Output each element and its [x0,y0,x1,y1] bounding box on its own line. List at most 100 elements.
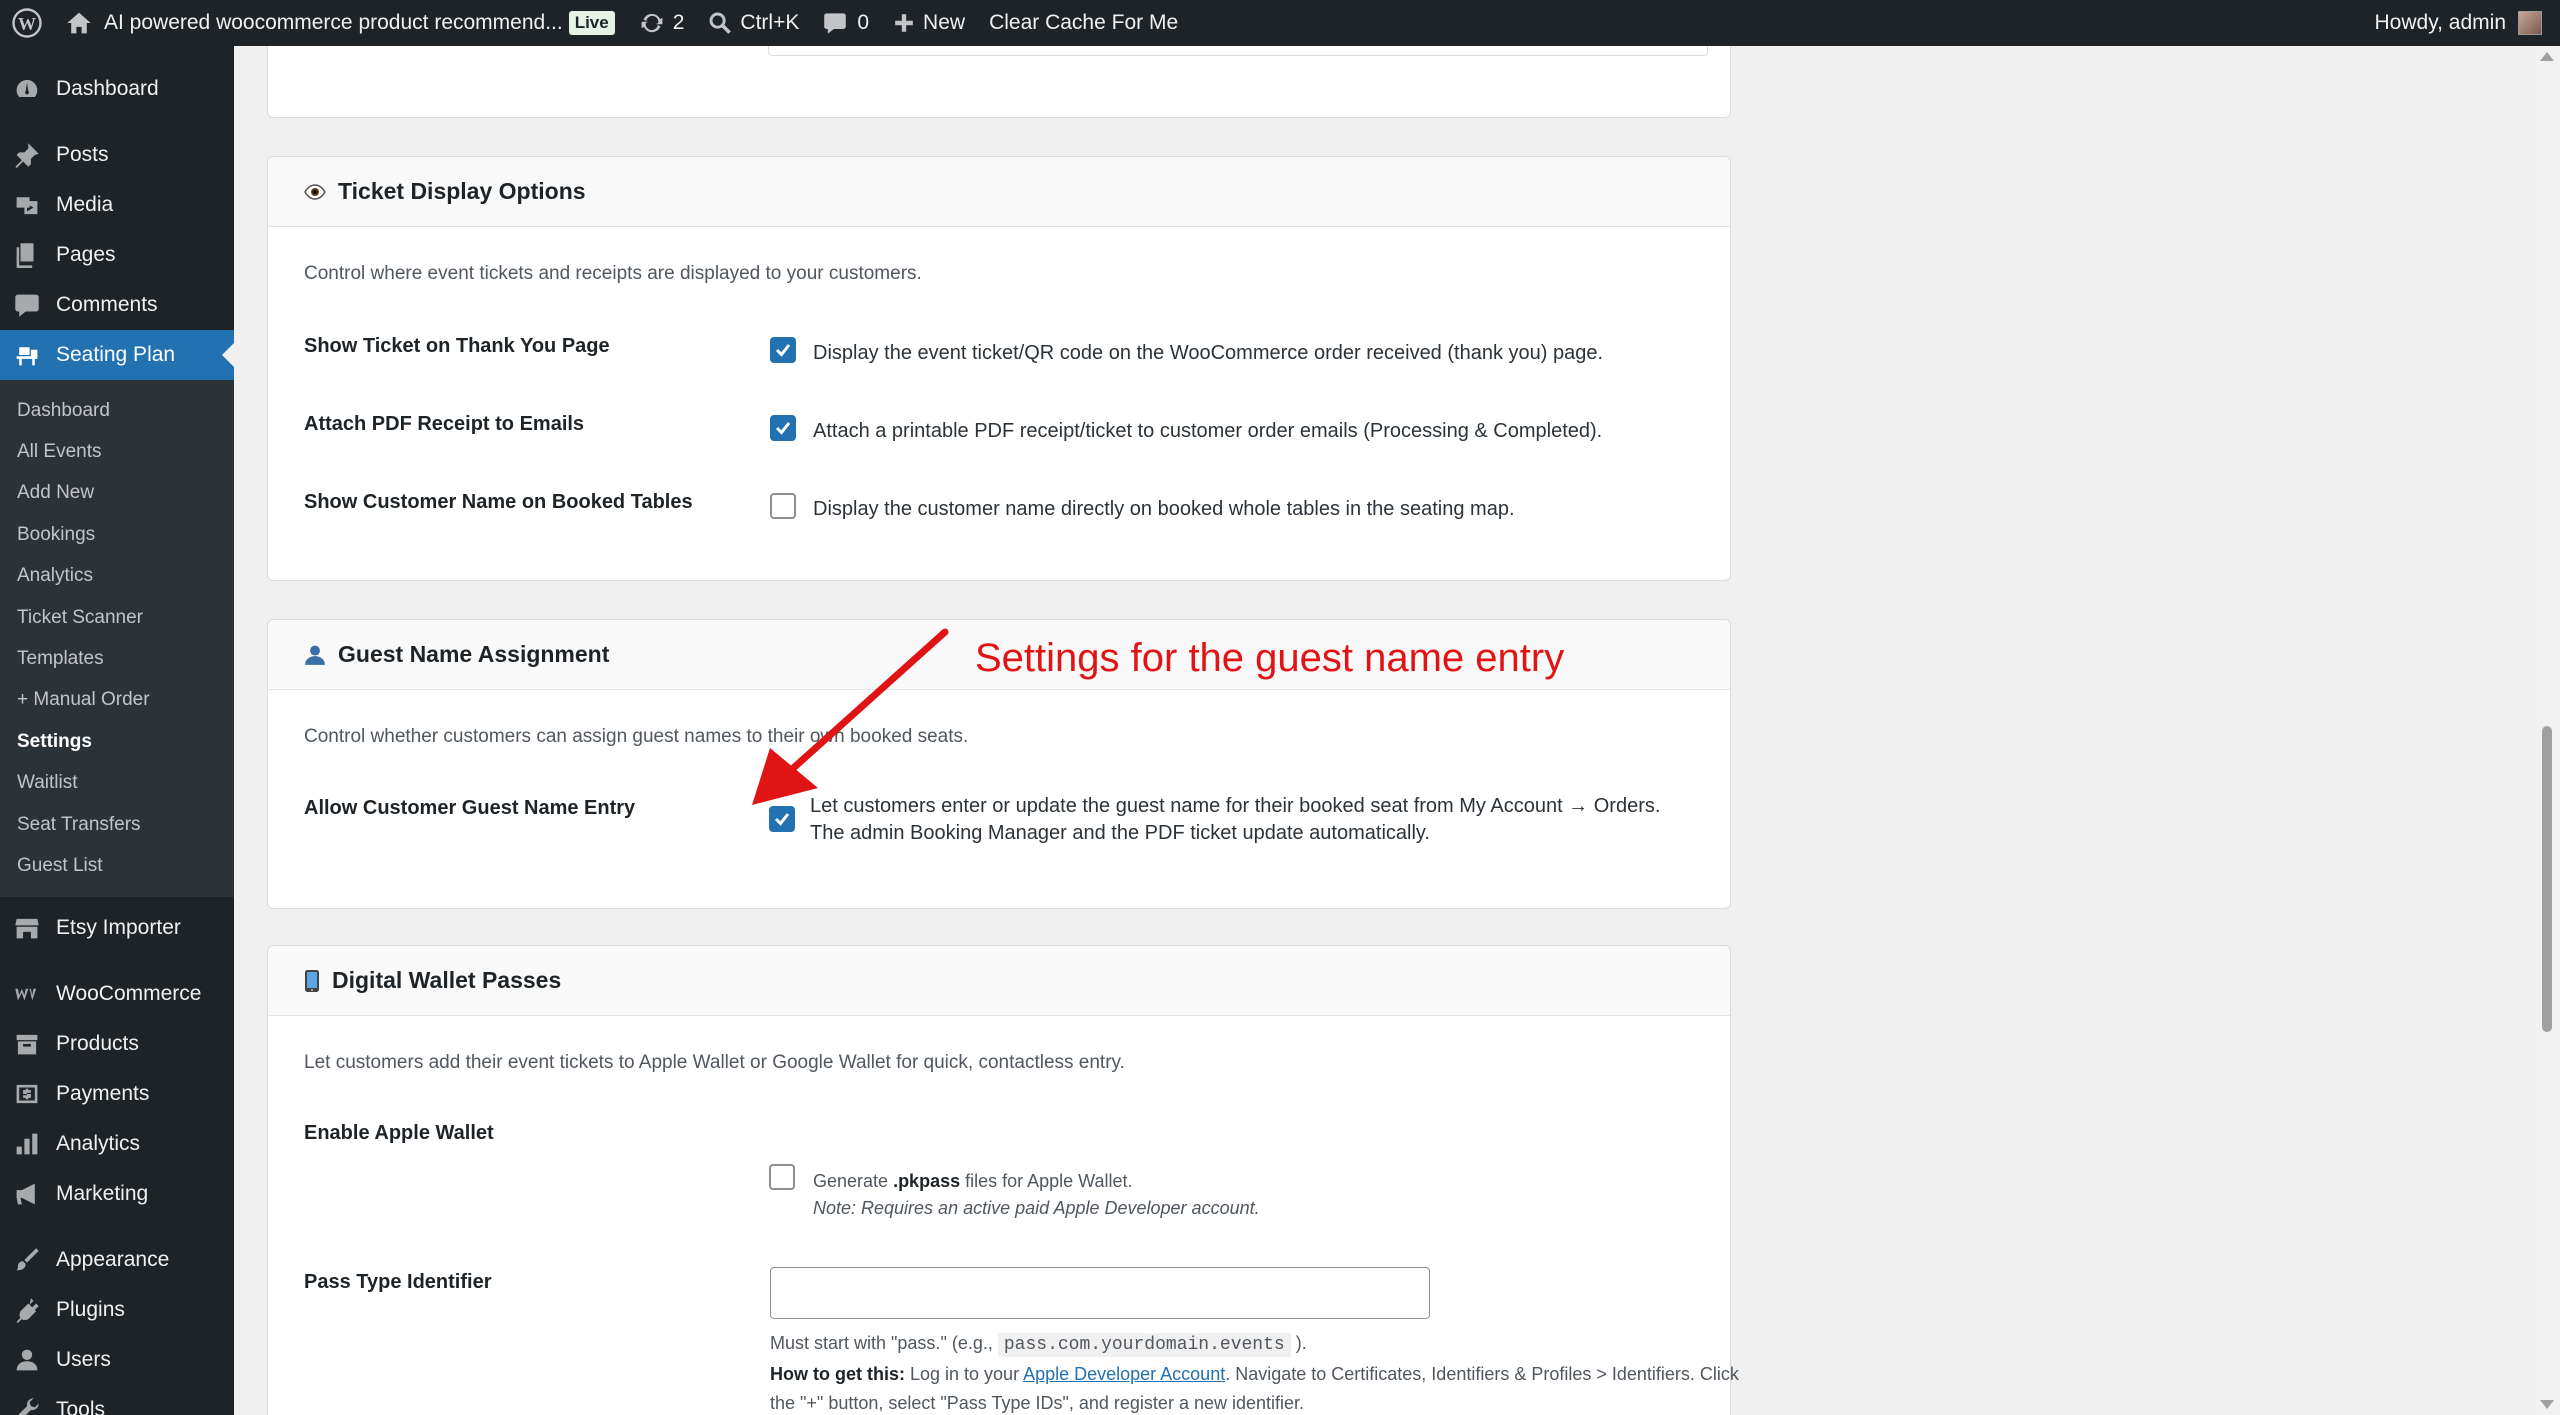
scroll-down-arrow-icon[interactable] [2540,1400,2554,1409]
sidebar-item-appearance[interactable]: Appearance [0,1235,234,1285]
attach-pdf-checkbox[interactable] [770,415,796,441]
attach-pdf-label: Attach PDF Receipt to Emails [304,413,585,435]
my-account-link[interactable]: Howdy, admin [2375,11,2560,35]
card-title: Guest Name Assignment [338,641,610,667]
new-label: New [923,11,966,34]
eye-icon [304,183,326,200]
apple-text-pre: Generate [813,1171,894,1191]
submenu-item-settings[interactable]: Settings [0,721,234,762]
howdy-text: Howdy, admin [2374,11,2507,34]
submenu-item-templates[interactable]: Templates [0,638,234,679]
sidebar-item-plugins[interactable]: Plugins [0,1285,234,1335]
submenu-item-all-events[interactable]: All Events [0,431,234,472]
sidebar-item-label: Plugins [56,1297,125,1321]
submenu-item-waitlist[interactable]: Waitlist [0,763,234,804]
svg-text:W: W [18,14,36,34]
helper-pre: Must start with "pass." (e.g., [770,1333,998,1353]
submenu-item-dashboard[interactable]: Dashboard [0,390,234,431]
sidebar-item-tools[interactable]: Tools [0,1385,234,1415]
submenu-item-seat-transfers[interactable]: Seat Transfers [0,804,234,845]
show-customer-name-description: Display the customer name directly on bo… [813,498,1515,520]
new-content-link[interactable]: New [881,0,977,46]
pages-icon [12,240,42,270]
sidebar-item-label: Appearance [56,1247,170,1271]
sidebar-item-label: Dashboard [56,77,159,100]
command-search-link[interactable]: Ctrl+K [696,0,811,46]
sidebar-item-media[interactable]: Media [0,180,234,230]
sidebar-item-posts[interactable]: Posts [0,130,234,180]
dashboard-icon [12,74,42,104]
submenu-item-analytics[interactable]: Analytics [0,556,234,597]
site-name-link[interactable]: AI powered woocommerce product recommend… [54,0,627,46]
submenu-item-manual-order[interactable]: + Manual Order [0,680,234,721]
search-icon [708,11,732,35]
pass-type-identifier-label: Pass Type Identifier [304,1271,492,1293]
enable-apple-wallet-label: Enable Apple Wallet [304,1122,494,1144]
checkmark-icon [775,344,791,357]
howto-label: How to get this: [770,1364,905,1384]
submenu-item-bookings[interactable]: Bookings [0,514,234,555]
sidebar-item-label: WooCommerce [56,981,202,1005]
payments-icon [12,1079,42,1109]
sidebar-item-label: Seating Plan [56,343,176,366]
megaphone-icon [12,1179,42,1209]
sidebar-item-products[interactable]: Products [0,1019,234,1069]
card-title: Digital Wallet Passes [332,967,562,993]
scroll-up-arrow-icon[interactable] [2540,52,2554,61]
pass-type-identifier-input[interactable] [770,1267,1430,1319]
clear-cache-link[interactable]: Clear Cache For Me [977,0,1190,46]
sidebar-item-label: Products [56,1031,139,1055]
wordpress-logo-icon[interactable]: W [0,0,54,46]
sidebar-item-marketing[interactable]: Marketing [0,1169,234,1219]
sidebar-item-comments[interactable]: Comments [0,280,234,330]
annotation-label: Settings for the guest name entry [975,636,1565,680]
mobile-phone-icon [304,969,320,993]
sidebar-item-users[interactable]: Users [0,1335,234,1385]
woo-icon [12,979,42,1009]
live-badge: Live [568,11,615,35]
show-customer-name-label: Show Customer Name on Booked Tables [304,491,693,513]
scrollbar-thumb[interactable] [2542,726,2552,1032]
wrench-icon [12,1395,42,1415]
sidebar-item-woocommerce[interactable]: WooCommerce [0,969,234,1019]
helper-code-example: pass.com.yourdomain.events [997,1333,1291,1357]
apple-developer-account-link[interactable]: Apple Developer Account [1023,1364,1225,1384]
refresh-icon [639,10,665,36]
submenu-item-add-new[interactable]: Add New [0,473,234,514]
clear-cache-label: Clear Cache For Me [989,11,1179,34]
sidebar-item-pages[interactable]: Pages [0,230,234,280]
attach-pdf-description: Attach a printable PDF receipt/ticket to… [813,420,1603,442]
enable-apple-wallet-checkbox[interactable] [769,1164,795,1190]
sidebar-item-etsy-importer[interactable]: Etsy Importer [0,903,234,953]
plus-icon [893,12,915,34]
previous-input-field[interactable] [768,46,1708,56]
sidebar-item-label: Pages [56,243,116,266]
allow-guest-name-label: Allow Customer Guest Name Entry [304,797,636,819]
comments-link[interactable]: 0 [811,0,881,46]
sidebar-item-label: Posts [56,143,109,166]
updates-link[interactable]: 2 [627,0,697,46]
card-description: Control where event tickets and receipts… [304,263,922,284]
show-ticket-checkbox[interactable] [770,337,796,363]
page-scrollbar[interactable] [2534,46,2560,1415]
admin-sidebar: Dashboard Posts Media Pages Comments Sea… [0,46,234,1415]
submenu-item-ticket-scanner[interactable]: Ticket Scanner [0,597,234,638]
helper-post: ). [1290,1333,1307,1353]
comments-count: 0 [857,11,870,34]
sidebar-item-payments[interactable]: Payments [0,1069,234,1119]
sidebar-item-dashboard[interactable]: Dashboard [0,64,234,114]
user-silhouette-icon [304,644,326,666]
brush-icon [12,1245,42,1275]
apple-wallet-note: Note: Requires an active paid Apple Deve… [813,1198,1260,1218]
sidebar-item-label: Analytics [56,1131,141,1155]
comment-icon [823,11,847,35]
submenu-item-guest-list[interactable]: Guest List [0,845,234,886]
sidebar-item-analytics[interactable]: Analytics [0,1119,234,1169]
updates-count: 2 [672,11,685,34]
pin-icon [12,140,42,170]
show-ticket-label: Show Ticket on Thank You Page [304,335,610,357]
show-customer-name-checkbox[interactable] [770,493,796,519]
card-header: Digital Wallet Passes [268,946,1730,1016]
sidebar-item-seating-plan[interactable]: Seating Plan [0,330,234,380]
howto-pre: Log in to your [904,1364,1024,1384]
